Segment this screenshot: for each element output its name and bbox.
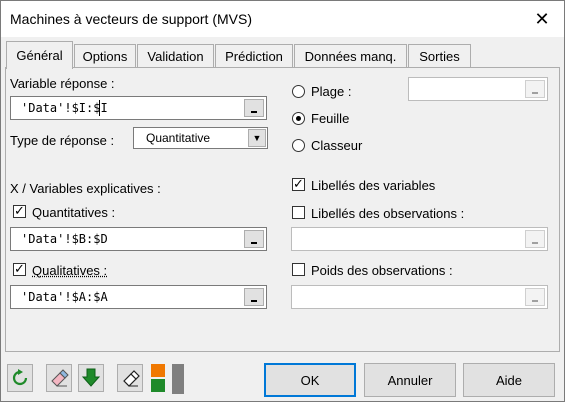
response-variable-select-button[interactable] (244, 99, 264, 117)
range-radio[interactable] (292, 85, 305, 98)
help-button[interactable]: Aide (463, 363, 555, 397)
reset-icon (12, 369, 28, 386)
text-cursor (99, 100, 100, 116)
sheet-label: Feuille (311, 111, 350, 126)
response-variable-label: Variable réponse : (10, 76, 115, 91)
observation-labels-label: Libellés des observations : (311, 206, 465, 221)
general-panel: Variable réponse : 'Data'!$I:$I Type de … (5, 67, 560, 352)
observation-weights-field[interactable] (291, 285, 548, 309)
tab-outputs[interactable]: Sorties (408, 44, 471, 68)
response-variable-field[interactable]: 'Data'!$I:$I (10, 96, 267, 120)
window-title: Machines à vecteurs de support (MVS) (10, 11, 252, 27)
explanatory-variables-label: X / Variables explicatives : (10, 181, 161, 196)
observation-labels-checkbox[interactable] (292, 206, 305, 219)
close-button[interactable]: ✕ (520, 1, 564, 37)
quantitatives-checkbox[interactable] (13, 203, 26, 219)
cancel-button[interactable]: Annuler (364, 363, 456, 397)
dialog-window: Machines à vecteurs de support (MVS) ✕ G… (0, 0, 565, 402)
qualitatives-checkbox[interactable] (13, 261, 26, 277)
layout-toggle-button[interactable] (151, 364, 169, 393)
qualitatives-select-button[interactable] (244, 288, 264, 306)
observation-labels-select-button[interactable] (525, 230, 545, 248)
response-type-select[interactable]: Quantitative ▼ (133, 127, 268, 149)
tab-options[interactable]: Options (74, 44, 136, 68)
workbook-label: Classeur (311, 138, 363, 153)
qualitatives-field[interactable]: 'Data'!$A:$A (10, 285, 267, 309)
download-arrow-icon (82, 368, 100, 387)
title-bar: Machines à vecteurs de support (MVS) ✕ (1, 1, 564, 37)
quantitatives-select-button[interactable] (244, 230, 264, 248)
tab-validation[interactable]: Validation (137, 44, 214, 68)
sheet-radio[interactable] (292, 112, 305, 125)
download-button[interactable] (78, 364, 104, 392)
chevron-down-icon[interactable]: ▼ (248, 129, 266, 147)
range-label: Plage : (311, 84, 352, 99)
workbook-radio[interactable] (292, 139, 305, 152)
reset-button[interactable] (7, 364, 33, 392)
tab-general[interactable]: Général (6, 41, 73, 69)
variable-labels-label: Libellés des variables (311, 178, 436, 193)
range-select-button[interactable] (525, 80, 545, 98)
qualitatives-label: Qualitatives : (32, 263, 108, 278)
ok-button[interactable]: OK (264, 363, 356, 397)
tab-prediction[interactable]: Prédiction (215, 44, 293, 68)
layout-toggle-icon (151, 364, 165, 377)
variable-labels-checkbox[interactable] (292, 176, 305, 192)
observation-weights-checkbox[interactable] (292, 263, 305, 276)
close-icon: ✕ (534, 8, 550, 29)
panel-toggle-bar[interactable] (172, 364, 184, 394)
quantitatives-field[interactable]: 'Data'!$B:$D (10, 227, 267, 251)
response-type-label: Type de réponse : (10, 133, 115, 148)
eraser-icon (51, 369, 69, 387)
eraser-select-icon (123, 370, 140, 387)
quantitatives-label: Quantitatives : (32, 205, 116, 220)
tab-missing-data[interactable]: Données manq. (294, 44, 407, 68)
observation-labels-field[interactable] (291, 227, 548, 251)
observation-weights-select-button[interactable] (525, 288, 545, 306)
range-field[interactable] (408, 77, 548, 101)
eraser-button[interactable] (46, 364, 72, 392)
observation-weights-label: Poids des observations : (311, 263, 453, 278)
eraser-select-button[interactable] (117, 364, 143, 392)
